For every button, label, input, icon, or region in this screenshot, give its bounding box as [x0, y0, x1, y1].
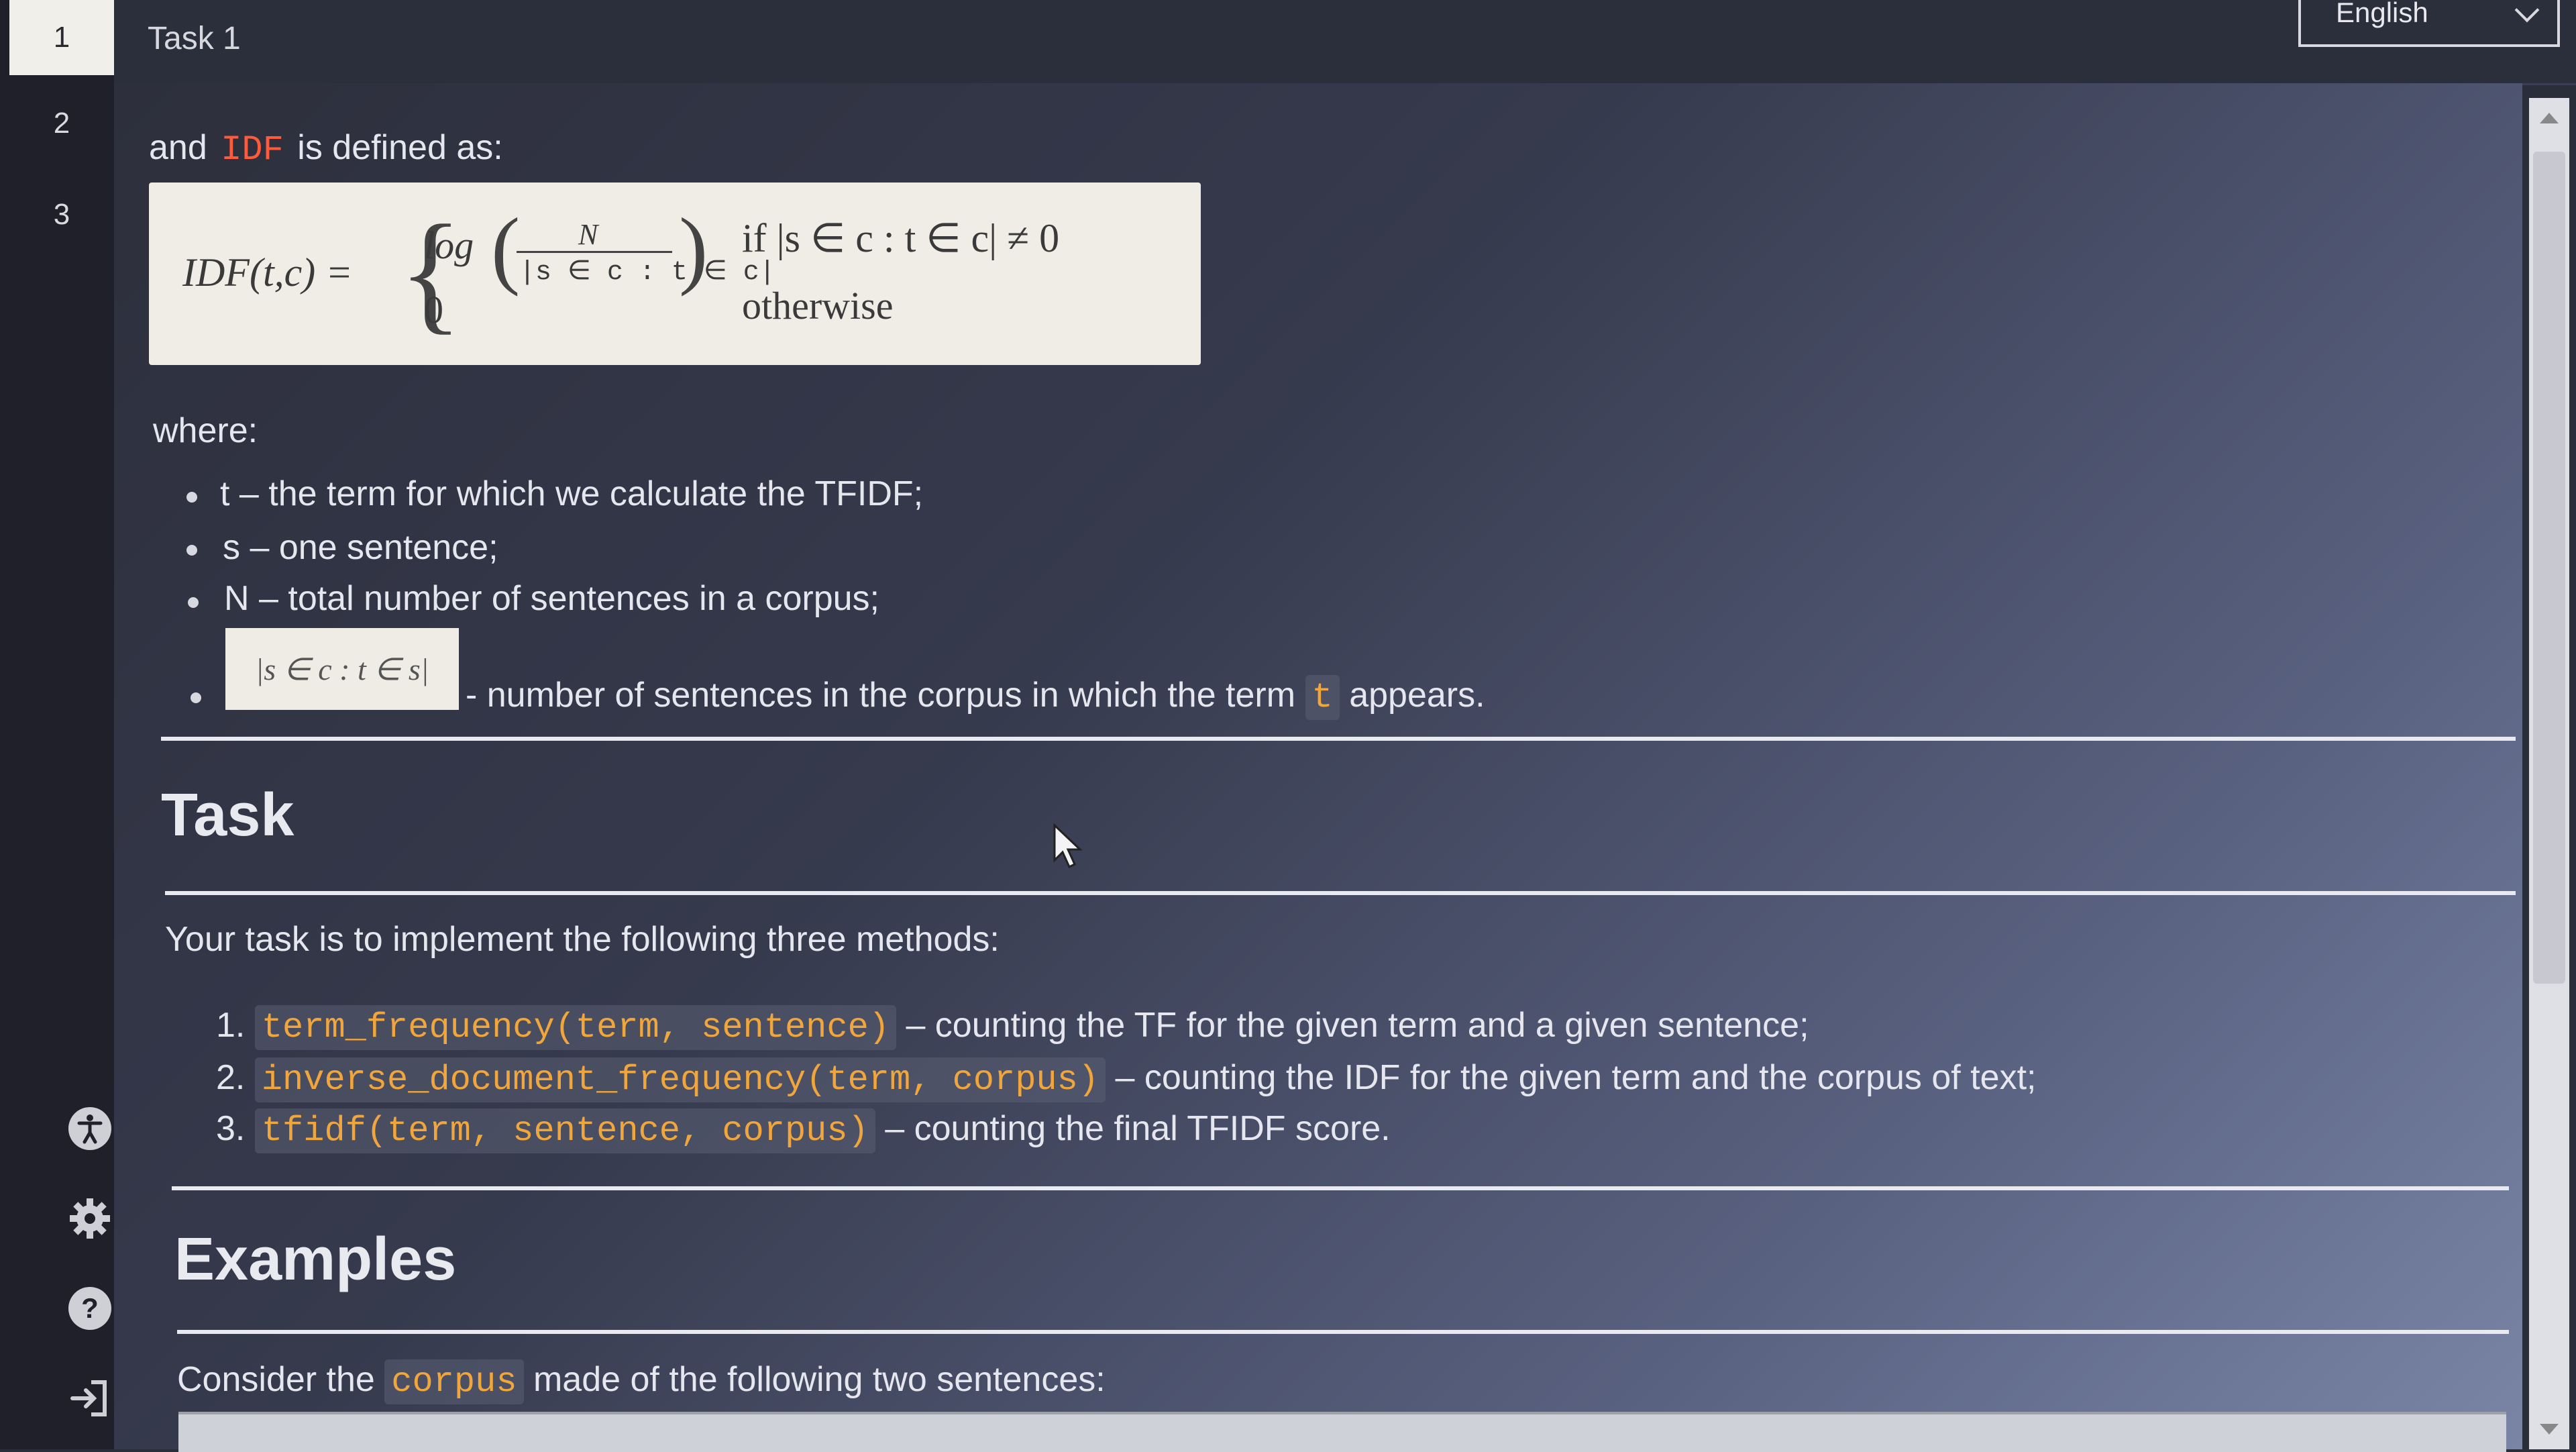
where-item-t: t – the term for which we calculate the …: [220, 474, 924, 513]
idf-term: IDF: [221, 130, 284, 170]
method-code: term_frequency(term, sentence): [254, 1005, 896, 1050]
right-paren: ): [679, 201, 708, 297]
bullet: [186, 492, 197, 503]
scroll-thumb[interactable]: [2533, 152, 2565, 984]
task-title: Task 1: [148, 21, 241, 56]
mouse-cursor-icon: [1053, 823, 1083, 869]
formula-condition-2: otherwise: [742, 284, 894, 327]
code-block-scrollbar[interactable]: [178, 1412, 2506, 1452]
fraction-line: [517, 251, 672, 253]
sidebar-step-1[interactable]: 1: [9, 0, 114, 75]
sidebar-step-3[interactable]: 3: [9, 177, 114, 252]
language-select[interactable]: English: [2298, 0, 2560, 47]
formula-log: log: [424, 223, 474, 267]
examples-heading: Examples: [174, 1226, 457, 1293]
task-intro: Your task is to implement the following …: [165, 920, 1000, 959]
corpus-code: corpus: [384, 1359, 524, 1404]
where-item-s: s – one sentence;: [223, 528, 498, 567]
term-count-formula: |s ∈ c : t ∈ s|: [225, 628, 459, 710]
step-label: 3: [53, 198, 70, 231]
formula-numerator: N: [578, 218, 598, 251]
scroll-up-arrow-icon[interactable]: [2540, 113, 2559, 123]
left-sidebar: 1 2 3 ?: [0, 0, 115, 1449]
bullet: [188, 597, 199, 608]
method-code: inverse_document_frequency(term, corpus): [254, 1057, 1106, 1102]
where-label: where:: [153, 411, 258, 450]
method-number: 3.: [216, 1109, 246, 1148]
method-description: – counting the final TFIDF score.: [885, 1109, 1391, 1148]
bullet: [186, 545, 197, 556]
examples-after: made of the following two sentences:: [533, 1360, 1106, 1399]
divider: [161, 737, 2516, 741]
examples-intro: Consider the corpus made of the followin…: [177, 1359, 1106, 1404]
divider: [177, 1330, 2509, 1334]
formula-condition-1: if |s ∈ c : t ∈ c| ≠ 0: [742, 216, 1060, 260]
intro-after: is defined as:: [297, 128, 503, 167]
bullet: [191, 692, 201, 703]
method-description: – counting the TF for the given term and…: [906, 1006, 1809, 1045]
svg-text:?: ?: [81, 1292, 99, 1324]
idf-formula: IDF(t,c) = { log ( N |s ∈ c : t ∈ c| ) 0…: [149, 183, 1201, 365]
language-value: English: [2336, 0, 2428, 28]
vertical-scrollbar[interactable]: [2529, 98, 2569, 1449]
method-code: tfidf(term, sentence, corpus): [254, 1108, 875, 1153]
method-item-2: 2. inverse_document_frequency(term, corp…: [216, 1057, 2037, 1102]
idf-intro: and IDF is defined as:: [149, 127, 503, 170]
method-number: 1.: [216, 1006, 246, 1045]
formula-denominator: |s ∈ c : t ∈ c|: [519, 258, 775, 288]
settings-icon[interactable]: [64, 1193, 115, 1244]
logout-icon[interactable]: [64, 1373, 115, 1424]
sidebar-step-2[interactable]: 2: [9, 86, 114, 161]
scroll-down-arrow-icon[interactable]: [2540, 1424, 2559, 1435]
method-number: 2.: [216, 1058, 246, 1097]
where-item-count: - number of sentences in the corpus in w…: [466, 675, 1485, 720]
left-paren: (: [491, 201, 521, 297]
step-label: 2: [53, 107, 70, 140]
step-label: 1: [53, 21, 70, 54]
formula-zero: 0: [424, 288, 443, 331]
count-text-after: appears.: [1349, 676, 1485, 715]
header-bar: Task 1 English: [114, 0, 2576, 85]
where-item-n: N – total number of sentences in a corpu…: [224, 579, 879, 618]
term-code: t: [1305, 675, 1340, 720]
accessibility-icon[interactable]: [64, 1103, 115, 1154]
examples-before: Consider the: [177, 1360, 375, 1399]
divider: [172, 1186, 2509, 1190]
help-icon[interactable]: ?: [64, 1283, 115, 1334]
method-description: – counting the IDF for the given term an…: [1115, 1058, 2037, 1097]
divider: [165, 891, 2516, 895]
intro-before: and: [149, 128, 207, 167]
method-item-3: 3. tfidf(term, sentence, corpus) – count…: [216, 1108, 1391, 1153]
formula-lhs: IDF(t,c) =: [182, 250, 353, 295]
chevron-down-icon: [2514, 0, 2540, 23]
count-text-before: - number of sentences in the corpus in w…: [466, 676, 1296, 715]
task-heading: Task: [161, 782, 294, 849]
method-item-1: 1. term_frequency(term, sentence) – coun…: [216, 1005, 1809, 1050]
